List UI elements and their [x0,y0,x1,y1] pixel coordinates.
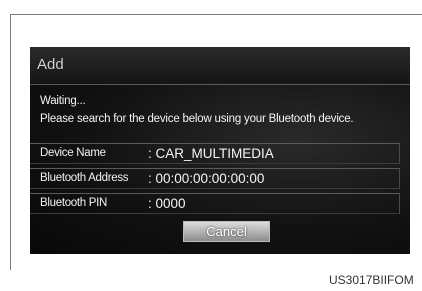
bluetooth-pin-label: Bluetooth PIN [40,197,108,209]
device-name-value: : CAR_MULTIMEDIA [148,146,274,161]
bluetooth-address-value: : 00:00:00:00:00:00 [148,171,265,186]
waiting-message: Waiting... [40,95,86,107]
device-name-label: Device Name [40,147,106,159]
dialog-title: Add [37,56,64,73]
figure-code: US3017BIIFOM [329,273,414,287]
bluetooth-pin-value: : 0000 [148,196,186,211]
title-divider [30,84,410,85]
bluetooth-address-row: Bluetooth Address : 00:00:00:00:00:00 [30,168,400,189]
bluetooth-address-label: Bluetooth Address [40,172,129,184]
instruction-message: Please search for the device below using… [40,113,354,125]
bluetooth-pin-row: Bluetooth PIN : 0000 [30,193,400,214]
dialog-screen: Add Waiting... Please search for the dev… [30,47,410,254]
cancel-button[interactable]: Cancel [183,221,270,242]
device-name-row: Device Name : CAR_MULTIMEDIA [30,143,400,164]
title-bar: Add [30,47,410,83]
